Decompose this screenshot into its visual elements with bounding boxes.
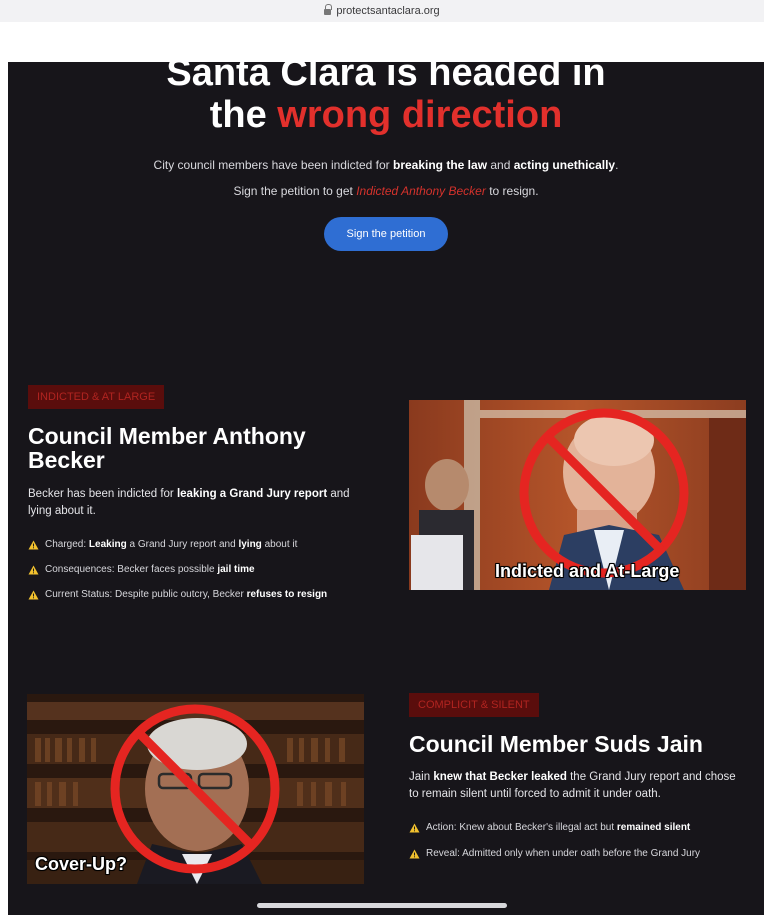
becker-status-badge: INDICTED & AT LARGE (28, 385, 165, 409)
becker-bullet-charged: Charged: Leaking a Grand Jury report and… (28, 538, 297, 552)
desc-text: Becker has been indicted for (28, 488, 174, 500)
bullet-text: Consequences: Becker faces possible (45, 564, 215, 575)
page-content: Santa Clara is headed in the wrong direc… (8, 62, 764, 915)
bullet-text: Action: Knew about Becker's illegal act … (426, 822, 615, 833)
jain-photo-caption: Cover-Up? (35, 854, 128, 874)
desc-bold: leaking a Grand Jury report (176, 488, 328, 500)
hero-title: Santa Clara is headed in the wrong direc… (8, 62, 764, 136)
becker-bullet-consequences: Consequences: Becker faces possible jail… (28, 563, 255, 577)
hero-sub-bold: acting unethically (513, 158, 616, 172)
jain-bullet-action: Action: Knew about Becker's illegal act … (409, 821, 690, 835)
bullet-text: about it (264, 539, 298, 550)
hero-title-prefix: the (209, 94, 267, 136)
bullet-text: Charged: (45, 539, 87, 550)
bullet-bold: Leaking (88, 539, 127, 550)
becker-photo-caption: Indicted and At-Large (495, 561, 680, 581)
jain-bullet-reveal: Reveal: Admitted only when under oath be… (409, 847, 700, 861)
warning-icon (409, 823, 420, 833)
becker-bullet-status: Current Status: Despite public outcry, B… (28, 588, 327, 602)
becker-description: Becker has been indicted for leaking a G… (28, 486, 368, 520)
bullet-text: a Grand Jury report and (129, 539, 236, 550)
hero-title-line1: Santa Clara is headed in (166, 62, 606, 94)
hero-petition-text: Sign the petition to get Indicted Anthon… (8, 183, 764, 199)
hero-title-line2: the wrong direction (8, 94, 764, 136)
bullet-bold: jail time (217, 564, 255, 575)
becker-section-title: Council Member Anthony Becker (28, 423, 306, 473)
hero-sub-text: City council members have been indicted … (153, 158, 390, 172)
jain-status-badge: COMPLICIT & SILENT (409, 693, 539, 717)
desc-bold: knew that Becker leaked (433, 771, 567, 783)
petition-text: Sign the petition to get (233, 184, 353, 198)
petition-text: to resign. (489, 184, 539, 198)
hero-title-highlight: wrong direction (277, 94, 563, 136)
jain-section-title: Council Member Suds Jain (409, 731, 703, 757)
warning-icon (409, 849, 420, 859)
url-text: protectsantaclara.org (336, 5, 440, 17)
bullet-bold: lying (238, 539, 262, 550)
jain-description: Jain knew that Becker leaked the Grand J… (409, 769, 739, 803)
desc-text: Jain (409, 771, 431, 783)
hero-sub-text: and (490, 158, 511, 172)
bullet-bold: refuses to resign (246, 589, 328, 600)
jain-photo: Cover-Up? (27, 694, 364, 884)
warning-icon (28, 540, 39, 550)
browser-toolbar-space (0, 22, 764, 62)
hero-subtitle: City council members have been indicted … (8, 157, 764, 173)
hero-sub-text: . (615, 158, 619, 172)
warning-icon (28, 565, 39, 575)
becker-photo: Indicted and At-Large (409, 400, 746, 590)
home-indicator[interactable] (257, 903, 507, 908)
bullet-bold: remained silent (616, 822, 691, 833)
bullet-text: Current Status: Despite public outcry, B… (45, 589, 244, 600)
lock-icon (324, 4, 333, 15)
browser-address-bar[interactable]: protectsantaclara.org (0, 0, 764, 22)
bullet-text: Reveal: Admitted only when under oath be… (426, 848, 701, 859)
sign-petition-button[interactable]: Sign the petition (324, 217, 448, 251)
hero-sub-bold: breaking the law (393, 158, 488, 172)
petition-target: Indicted Anthony Becker (356, 184, 486, 198)
warning-icon (28, 590, 39, 600)
